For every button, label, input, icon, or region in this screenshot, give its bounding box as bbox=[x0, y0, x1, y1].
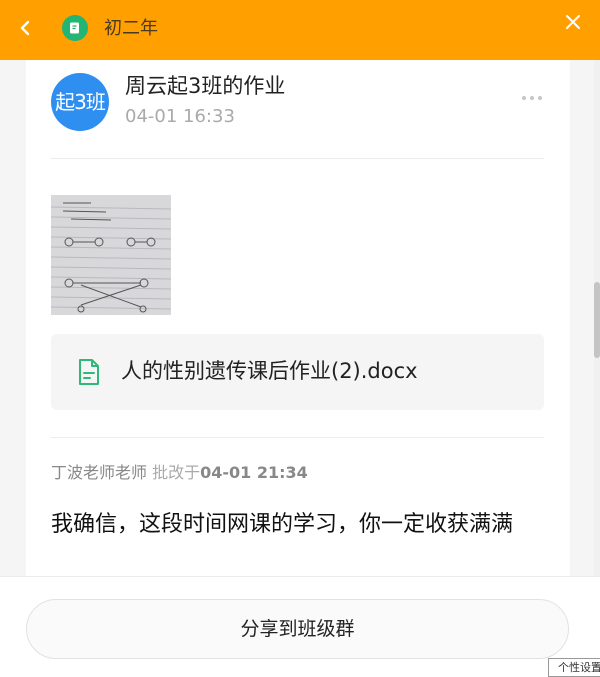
divider bbox=[51, 437, 544, 438]
comment-action: 批改于 bbox=[147, 463, 201, 482]
homework-card: 起3班 周云起3班的作业 04-01 16:33 人的性别遗传课后作业(2).d… bbox=[26, 60, 570, 580]
avatar: 起3班 bbox=[51, 73, 109, 131]
homework-title: 周云起3班的作业 bbox=[125, 74, 286, 98]
more-button[interactable] bbox=[518, 88, 548, 108]
page-title: 初二年 bbox=[104, 18, 158, 39]
comment-meta: 丁波老师老师 批改于04-01 21:34 bbox=[51, 462, 308, 484]
back-button[interactable] bbox=[14, 16, 38, 40]
close-icon bbox=[566, 15, 580, 29]
attachment-item[interactable]: 人的性别遗传课后作业(2).docx bbox=[51, 334, 544, 410]
footer: 分享到班级群 bbox=[0, 576, 600, 677]
scrollbar[interactable] bbox=[594, 60, 600, 580]
divider bbox=[51, 158, 544, 159]
document-icon bbox=[79, 359, 99, 385]
homework-app-icon bbox=[62, 15, 88, 41]
comment-time: 04-01 21:34 bbox=[200, 463, 308, 482]
scrollbar-thumb[interactable] bbox=[594, 282, 600, 358]
teacher-name: 丁波老师老师 bbox=[51, 463, 148, 482]
comment-text: 我确信，这段时间网课的学习，你一定收获满满 bbox=[51, 512, 514, 537]
chevron-left-icon bbox=[20, 20, 30, 36]
top-bar: 初二年 bbox=[0, 0, 600, 60]
homework-photo[interactable] bbox=[51, 195, 171, 315]
close-button[interactable] bbox=[562, 11, 584, 33]
homework-time: 04-01 16:33 bbox=[125, 106, 235, 127]
attachment-name: 人的性别遗传课后作业(2).docx bbox=[121, 359, 418, 383]
share-to-class-button[interactable]: 分享到班级群 bbox=[26, 599, 569, 659]
more-dots-icon bbox=[522, 96, 542, 100]
tooltip: 个性设置 bbox=[548, 658, 600, 677]
